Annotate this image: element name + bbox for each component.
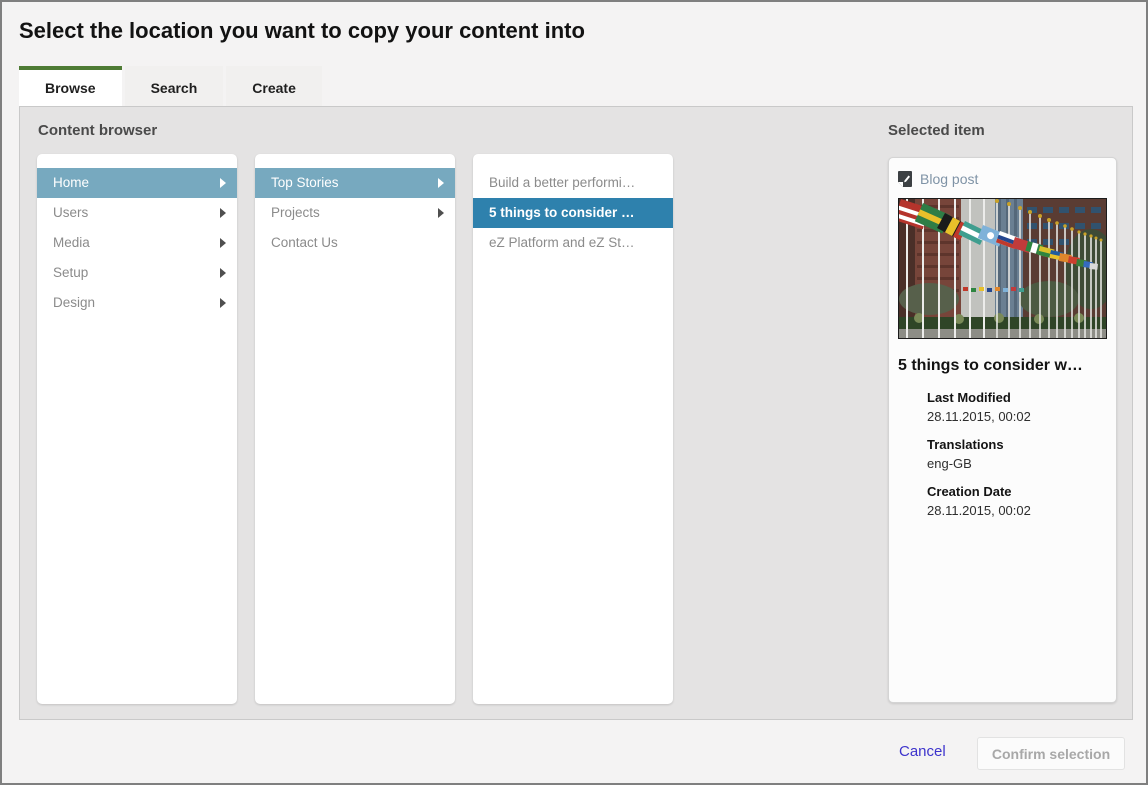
tab-create-label: Create [252, 80, 296, 96]
item-label: Build a better performi… [489, 175, 635, 190]
item-label: Home [53, 175, 89, 190]
meta-last-modified: Last Modified 28.11.2015, 00:02 [927, 390, 1107, 424]
tab-search-label: Search [151, 80, 198, 96]
chevron-right-icon [220, 208, 226, 218]
chevron-right-icon [220, 238, 226, 248]
browser-column-top-stories-children: Build a better performi… 5 things to con… [473, 154, 673, 704]
browser-item-home[interactable]: Home [37, 168, 237, 198]
chevron-right-icon [220, 178, 226, 188]
selected-item-heading: Selected item [888, 122, 985, 139]
selected-item-title: 5 things to consider w… [898, 357, 1107, 375]
selected-item-card: Blog post [888, 157, 1117, 703]
page-title: Select the location you want to copy you… [19, 18, 585, 44]
blog-post-document-icon [898, 171, 912, 187]
content-type-label: Blog post [920, 171, 978, 187]
selected-item-thumbnail [898, 198, 1107, 339]
browser-item-contact-us[interactable]: Contact Us [255, 228, 455, 258]
browser-item-users[interactable]: Users [37, 198, 237, 228]
copy-location-dialog: Select the location you want to copy you… [0, 0, 1148, 785]
browser-item-media[interactable]: Media [37, 228, 237, 258]
browser-item-ez-platform[interactable]: eZ Platform and eZ St… [473, 228, 673, 258]
cancel-button[interactable]: Cancel [899, 743, 946, 760]
meta-creation-date: Creation Date 28.11.2015, 00:02 [927, 484, 1107, 518]
confirm-selection-button[interactable]: Confirm selection [977, 737, 1125, 770]
chevron-right-icon [220, 298, 226, 308]
browser-item-build-a-better[interactable]: Build a better performi… [473, 168, 673, 198]
item-label: 5 things to consider … [489, 205, 635, 220]
item-label: Projects [271, 205, 320, 220]
meta-label: Translations [927, 437, 1107, 452]
meta-label: Last Modified [927, 390, 1107, 405]
browser-column-home-children: Top Stories Projects Contact Us [255, 154, 455, 704]
meta-value: eng-GB [927, 456, 1107, 471]
chevron-right-icon [438, 178, 444, 188]
item-label: Media [53, 235, 90, 250]
item-label: Setup [53, 265, 88, 280]
chevron-right-icon [220, 268, 226, 278]
browser-item-setup[interactable]: Setup [37, 258, 237, 288]
tab-bar: Browse Search Create [19, 66, 322, 106]
tab-browse[interactable]: Browse [19, 66, 122, 106]
browser-item-5-things[interactable]: 5 things to consider … [473, 198, 673, 228]
tab-browse-label: Browse [45, 80, 96, 96]
item-label: Design [53, 295, 95, 310]
content-type-row: Blog post [898, 171, 1107, 187]
item-label: Users [53, 205, 88, 220]
tab-create[interactable]: Create [226, 66, 322, 106]
meta-label: Creation Date [927, 484, 1107, 499]
item-label: Top Stories [271, 175, 339, 190]
browser-item-design[interactable]: Design [37, 288, 237, 318]
tab-search[interactable]: Search [125, 66, 224, 106]
meta-translations: Translations eng-GB [927, 437, 1107, 471]
item-label: Contact Us [271, 235, 338, 250]
meta-value: 28.11.2015, 00:02 [927, 503, 1107, 518]
browse-tab-panel: Content browser Selected item Home Users… [19, 106, 1133, 720]
browser-item-top-stories[interactable]: Top Stories [255, 168, 455, 198]
item-label: eZ Platform and eZ St… [489, 235, 635, 250]
meta-value: 28.11.2015, 00:02 [927, 409, 1107, 424]
content-browser-heading: Content browser [38, 122, 157, 139]
browser-column-root: Home Users Media Setup Design [37, 154, 237, 704]
content-browser: Home Users Media Setup Design [37, 154, 673, 704]
browser-item-projects[interactable]: Projects [255, 198, 455, 228]
selected-item-meta: Last Modified 28.11.2015, 00:02 Translat… [898, 390, 1107, 518]
chevron-right-icon [438, 208, 444, 218]
